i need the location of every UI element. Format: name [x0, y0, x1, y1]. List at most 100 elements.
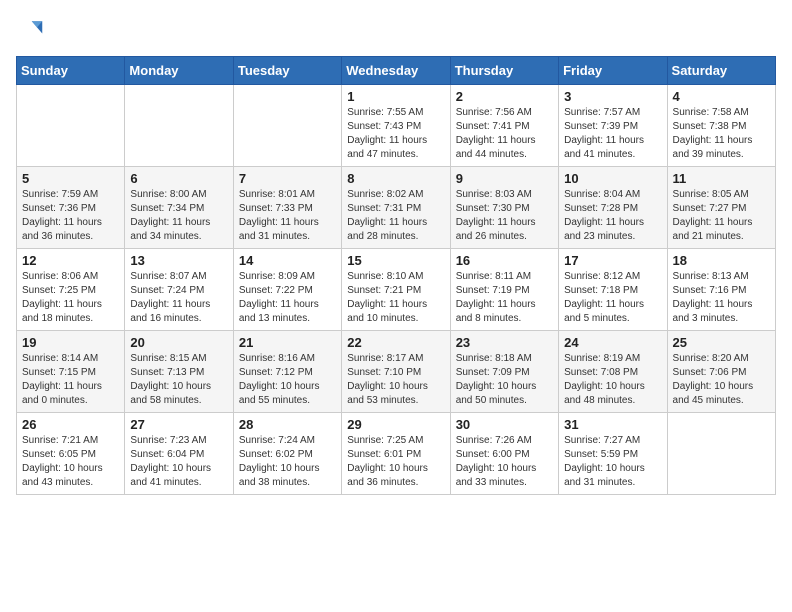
calendar-header-row: SundayMondayTuesdayWednesdayThursdayFrid…: [17, 57, 776, 85]
calendar-cell: 2 Sunrise: 7:56 AM Sunset: 7:41 PM Daylig…: [450, 85, 558, 167]
calendar-cell: 19 Sunrise: 8:14 AM Sunset: 7:15 PM Dayli…: [17, 331, 125, 413]
day-number: 24: [564, 335, 661, 350]
calendar-week-1: 1Sunrise: 7:55 AM Sunset: 7:43 PM Daylig…: [17, 85, 776, 167]
day-info: Sunrise: 7:23 AM Sunset: 6:04 PM Dayligh…: [130, 434, 227, 490]
calendar-cell: 28Sunrise: 7:24 AM Sunset: 6:02 PM Dayli…: [233, 413, 341, 495]
day-number: 17: [564, 253, 661, 268]
header-day-wednesday: Wednesday: [342, 57, 450, 85]
day-info: Sunrise: 7:58 AM Sunset: 7:38 PM Dayligh…: [673, 106, 770, 162]
day-number: 2: [456, 89, 553, 104]
day-info: Sunrise: 8:14 AM Sunset: 7:15 PM Dayligh…: [22, 352, 119, 408]
calendar-cell: [233, 85, 341, 167]
day-number: 21: [239, 335, 336, 350]
calendar-cell: 5 Sunrise: 7:59 AM Sunset: 7:36 PM Daylig…: [17, 167, 125, 249]
calendar-cell: 4Sunrise: 7:58 AM Sunset: 7:38 PM Daylig…: [667, 85, 775, 167]
page-header: [16, 16, 776, 44]
day-info: Sunrise: 8:20 AM Sunset: 7:06 PM Dayligh…: [673, 352, 770, 408]
day-info: Sunrise: 7:27 AM Sunset: 5:59 PM Dayligh…: [564, 434, 661, 490]
day-info: Sunrise: 8:10 AM Sunset: 7:21 PM Dayligh…: [347, 270, 444, 326]
calendar-cell: 8 Sunrise: 8:02 AM Sunset: 7:31 PM Daylig…: [342, 167, 450, 249]
calendar-cell: 15 Sunrise: 8:10 AM Sunset: 7:21 PM Dayli…: [342, 249, 450, 331]
day-info: Sunrise: 8:06 AM Sunset: 7:25 PM Dayligh…: [22, 270, 119, 326]
calendar-cell: 18Sunrise: 8:13 AM Sunset: 7:16 PM Dayli…: [667, 249, 775, 331]
day-number: 6: [130, 171, 227, 186]
day-info: Sunrise: 8:03 AM Sunset: 7:30 PM Dayligh…: [456, 188, 553, 244]
day-number: 7: [239, 171, 336, 186]
calendar-week-5: 26 Sunrise: 7:21 AM Sunset: 6:05 PM Dayli…: [17, 413, 776, 495]
day-info: Sunrise: 7:26 AM Sunset: 6:00 PM Dayligh…: [456, 434, 553, 490]
calendar-cell: 17 Sunrise: 8:12 AM Sunset: 7:18 PM Dayli…: [559, 249, 667, 331]
calendar-cell: 30 Sunrise: 7:26 AM Sunset: 6:00 PM Dayli…: [450, 413, 558, 495]
day-info: Sunrise: 7:55 AM Sunset: 7:43 PM Dayligh…: [347, 106, 444, 162]
calendar-cell: 16 Sunrise: 8:11 AM Sunset: 7:19 PM Dayli…: [450, 249, 558, 331]
day-info: Sunrise: 7:57 AM Sunset: 7:39 PM Dayligh…: [564, 106, 661, 162]
day-info: Sunrise: 8:04 AM Sunset: 7:28 PM Dayligh…: [564, 188, 661, 244]
day-info: Sunrise: 8:19 AM Sunset: 7:08 PM Dayligh…: [564, 352, 661, 408]
calendar-week-2: 5 Sunrise: 7:59 AM Sunset: 7:36 PM Daylig…: [17, 167, 776, 249]
day-info: Sunrise: 8:15 AM Sunset: 7:13 PM Dayligh…: [130, 352, 227, 408]
calendar-cell: 11 Sunrise: 8:05 AM Sunset: 7:27 PM Dayli…: [667, 167, 775, 249]
calendar-cell: 24 Sunrise: 8:19 AM Sunset: 7:08 PM Dayli…: [559, 331, 667, 413]
header-day-thursday: Thursday: [450, 57, 558, 85]
calendar-cell: [667, 413, 775, 495]
day-number: 5: [22, 171, 119, 186]
calendar-cell: 25 Sunrise: 8:20 AM Sunset: 7:06 PM Dayli…: [667, 331, 775, 413]
day-info: Sunrise: 7:59 AM Sunset: 7:36 PM Dayligh…: [22, 188, 119, 244]
calendar-cell: 21Sunrise: 8:16 AM Sunset: 7:12 PM Dayli…: [233, 331, 341, 413]
calendar-cell: 6 Sunrise: 8:00 AM Sunset: 7:34 PM Daylig…: [125, 167, 233, 249]
day-number: 16: [456, 253, 553, 268]
day-number: 19: [22, 335, 119, 350]
day-number: 25: [673, 335, 770, 350]
calendar-cell: 26 Sunrise: 7:21 AM Sunset: 6:05 PM Dayli…: [17, 413, 125, 495]
day-info: Sunrise: 7:56 AM Sunset: 7:41 PM Dayligh…: [456, 106, 553, 162]
day-info: Sunrise: 8:05 AM Sunset: 7:27 PM Dayligh…: [673, 188, 770, 244]
header-day-monday: Monday: [125, 57, 233, 85]
calendar-table: SundayMondayTuesdayWednesdayThursdayFrid…: [16, 56, 776, 495]
calendar-week-4: 19 Sunrise: 8:14 AM Sunset: 7:15 PM Dayli…: [17, 331, 776, 413]
day-number: 11: [673, 171, 770, 186]
day-info: Sunrise: 8:11 AM Sunset: 7:19 PM Dayligh…: [456, 270, 553, 326]
day-number: 31: [564, 417, 661, 432]
calendar-cell: 13 Sunrise: 8:07 AM Sunset: 7:24 PM Dayli…: [125, 249, 233, 331]
day-number: 14: [239, 253, 336, 268]
day-number: 26: [22, 417, 119, 432]
calendar-cell: 29 Sunrise: 7:25 AM Sunset: 6:01 PM Dayli…: [342, 413, 450, 495]
calendar-cell: 31 Sunrise: 7:27 AM Sunset: 5:59 PM Dayli…: [559, 413, 667, 495]
calendar-cell: 22Sunrise: 8:17 AM Sunset: 7:10 PM Dayli…: [342, 331, 450, 413]
day-number: 20: [130, 335, 227, 350]
day-info: Sunrise: 8:13 AM Sunset: 7:16 PM Dayligh…: [673, 270, 770, 326]
day-number: 13: [130, 253, 227, 268]
logo: [16, 16, 48, 44]
day-number: 12: [22, 253, 119, 268]
day-number: 28: [239, 417, 336, 432]
day-number: 10: [564, 171, 661, 186]
day-number: 29: [347, 417, 444, 432]
day-number: 27: [130, 417, 227, 432]
calendar-cell: 3 Sunrise: 7:57 AM Sunset: 7:39 PM Daylig…: [559, 85, 667, 167]
calendar-cell: 12 Sunrise: 8:06 AM Sunset: 7:25 PM Dayli…: [17, 249, 125, 331]
day-info: Sunrise: 8:07 AM Sunset: 7:24 PM Dayligh…: [130, 270, 227, 326]
day-number: 8: [347, 171, 444, 186]
calendar-cell: [17, 85, 125, 167]
calendar-cell: 27 Sunrise: 7:23 AM Sunset: 6:04 PM Dayli…: [125, 413, 233, 495]
day-info: Sunrise: 8:17 AM Sunset: 7:10 PM Dayligh…: [347, 352, 444, 408]
calendar-cell: 20 Sunrise: 8:15 AM Sunset: 7:13 PM Dayli…: [125, 331, 233, 413]
day-info: Sunrise: 8:12 AM Sunset: 7:18 PM Dayligh…: [564, 270, 661, 326]
calendar-cell: [125, 85, 233, 167]
calendar-week-3: 12 Sunrise: 8:06 AM Sunset: 7:25 PM Dayli…: [17, 249, 776, 331]
logo-icon: [16, 16, 44, 44]
day-number: 30: [456, 417, 553, 432]
day-info: Sunrise: 8:09 AM Sunset: 7:22 PM Dayligh…: [239, 270, 336, 326]
calendar-cell: 7Sunrise: 8:01 AM Sunset: 7:33 PM Daylig…: [233, 167, 341, 249]
calendar-cell: 9Sunrise: 8:03 AM Sunset: 7:30 PM Daylig…: [450, 167, 558, 249]
day-number: 23: [456, 335, 553, 350]
day-info: Sunrise: 8:00 AM Sunset: 7:34 PM Dayligh…: [130, 188, 227, 244]
day-info: Sunrise: 8:18 AM Sunset: 7:09 PM Dayligh…: [456, 352, 553, 408]
header-day-tuesday: Tuesday: [233, 57, 341, 85]
day-info: Sunrise: 7:25 AM Sunset: 6:01 PM Dayligh…: [347, 434, 444, 490]
calendar-body: 1Sunrise: 7:55 AM Sunset: 7:43 PM Daylig…: [17, 85, 776, 495]
day-info: Sunrise: 8:02 AM Sunset: 7:31 PM Dayligh…: [347, 188, 444, 244]
day-number: 3: [564, 89, 661, 104]
day-number: 15: [347, 253, 444, 268]
day-info: Sunrise: 7:21 AM Sunset: 6:05 PM Dayligh…: [22, 434, 119, 490]
